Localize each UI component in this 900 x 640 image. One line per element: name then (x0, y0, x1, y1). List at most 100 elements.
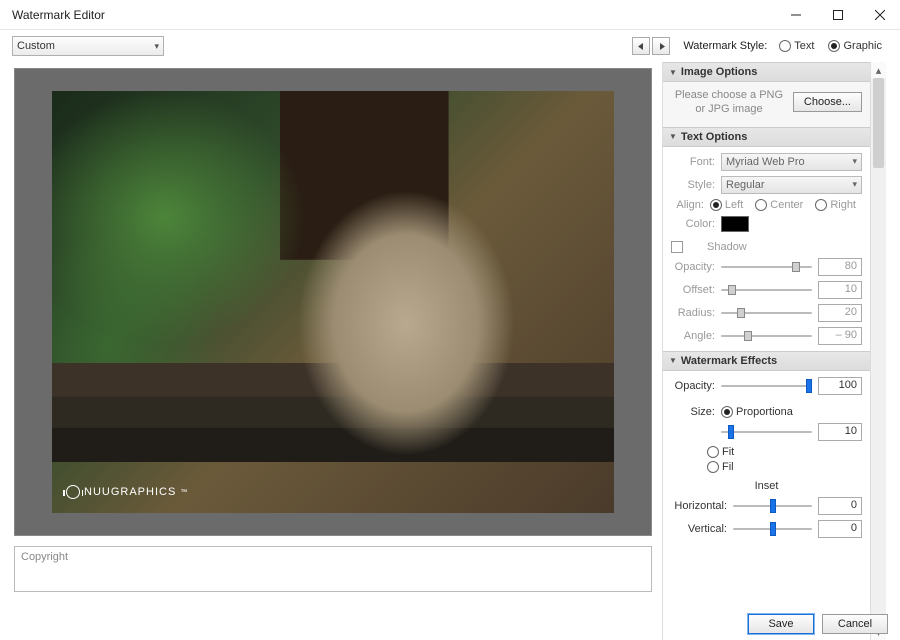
left-column: NUUGRAPHICS ™ Copyright (0, 62, 660, 640)
align-label: Align: (671, 199, 704, 211)
copyright-placeholder: Copyright (21, 551, 68, 563)
image-hint: Please choose a PNG or JPG image (671, 88, 787, 117)
font-value: Myriad Web Pro (726, 156, 805, 168)
dialog-footer: Save Cancel (748, 614, 888, 634)
offset-label: Offset: (671, 284, 715, 296)
window-controls (784, 0, 892, 29)
right-column: ▼ Image Options Please choose a PNG or J… (660, 62, 900, 640)
size-value[interactable]: 10 (818, 423, 862, 441)
radio-icon (815, 199, 827, 211)
shadow-offset-slider[interactable] (721, 283, 812, 297)
disclosure-icon: ▼ (669, 68, 677, 77)
choose-button[interactable]: Choose... (793, 92, 862, 112)
next-button[interactable] (652, 37, 670, 55)
radio-icon (828, 40, 840, 52)
cancel-button[interactable]: Cancel (822, 614, 888, 634)
size-fit-radio[interactable]: Fit (707, 446, 856, 458)
color-swatch[interactable] (721, 216, 749, 232)
prev-button[interactable] (632, 37, 650, 55)
panel-scrollbar[interactable]: ▴ ▾ (870, 62, 886, 640)
nav-buttons (632, 37, 670, 55)
size-proportional-radio[interactable]: Proportiona (721, 406, 793, 418)
scroll-up-icon[interactable]: ▴ (871, 62, 886, 78)
horizontal-label: Horizontal: (671, 500, 727, 512)
preset-value: Custom (17, 40, 55, 52)
maximize-button[interactable] (826, 3, 850, 27)
shadow-checkbox[interactable] (671, 241, 683, 253)
chevron-down-icon: ▾ (852, 179, 857, 190)
close-button[interactable] (868, 3, 892, 27)
watermark-style-label: Watermark Style: (683, 40, 767, 52)
chevron-down-icon: ▾ (154, 41, 159, 52)
shadow-offset-value[interactable]: 10 (818, 281, 862, 299)
shadow-opacity-slider[interactable] (721, 260, 812, 274)
style-value: Regular (726, 179, 765, 191)
image-options-header[interactable]: ▼ Image Options (663, 62, 870, 82)
shadow-radius-slider[interactable] (721, 306, 812, 320)
wm-opacity-slider[interactable] (721, 379, 812, 393)
style-graphic-radio[interactable]: Graphic (828, 40, 882, 52)
scroll-thumb[interactable] (873, 78, 884, 168)
horizontal-slider[interactable] (733, 499, 812, 513)
preview-image: NUUGRAPHICS ™ (52, 91, 614, 513)
titlebar: Watermark Editor (0, 0, 900, 30)
angle-label: Angle: (671, 330, 715, 342)
radius-label: Radius: (671, 307, 715, 319)
preset-select[interactable]: Custom ▾ (12, 36, 164, 56)
disclosure-icon: ▼ (669, 132, 677, 141)
watermark-text: NUUGRAPHICS (84, 486, 176, 498)
vertical-value[interactable]: 0 (818, 520, 862, 538)
shadow-opacity-value[interactable]: 80 (818, 258, 862, 276)
horizontal-value[interactable]: 0 (818, 497, 862, 515)
wm-opacity-label: Opacity: (671, 380, 715, 392)
minimize-button[interactable] (784, 3, 808, 27)
watermark-logo-icon (66, 485, 80, 499)
shadow-label: Shadow (707, 241, 747, 253)
size-slider[interactable] (721, 425, 812, 439)
align-right-radio[interactable]: Right (815, 199, 856, 211)
save-button[interactable]: Save (748, 614, 814, 634)
color-label: Color: (671, 218, 715, 230)
style-select[interactable]: Regular ▾ (721, 176, 862, 194)
radio-icon (721, 406, 733, 418)
text-options-title: Text Options (681, 131, 747, 143)
disclosure-icon: ▼ (669, 356, 677, 365)
image-options-title: Image Options (681, 66, 757, 78)
main-area: NUUGRAPHICS ™ Copyright ▼ Image Options … (0, 62, 900, 640)
watermark-effects-title: Watermark Effects (681, 355, 777, 367)
text-options-header[interactable]: ▼ Text Options (663, 127, 870, 147)
align-center-radio[interactable]: Center (755, 199, 803, 211)
copyright-input[interactable]: Copyright (14, 546, 652, 592)
font-label: Font: (671, 156, 715, 168)
vertical-slider[interactable] (733, 522, 812, 536)
image-options-body: Please choose a PNG or JPG image Choose.… (663, 82, 870, 127)
style-text-label: Text (794, 40, 814, 52)
top-toolbar: Custom ▾ Watermark Style: Text Graphic (0, 30, 900, 62)
watermark-effects-body: Opacity: 100 Size: Proportiona 10 Fit Fi… (663, 371, 870, 544)
size-label: Size: (671, 406, 715, 418)
shadow-angle-value[interactable]: – 90 (818, 327, 862, 345)
preview-frame: NUUGRAPHICS ™ (14, 68, 652, 536)
radio-icon (710, 199, 722, 211)
window-title: Watermark Editor (8, 8, 784, 22)
style-text-radio[interactable]: Text (779, 40, 814, 52)
options-panel: ▼ Image Options Please choose a PNG or J… (662, 62, 870, 640)
shadow-radius-value[interactable]: 20 (818, 304, 862, 322)
radio-icon (755, 199, 767, 211)
style-graphic-label: Graphic (843, 40, 882, 52)
radio-icon (707, 446, 719, 458)
watermark-overlay: NUUGRAPHICS ™ (66, 485, 188, 499)
inset-label: Inset (671, 480, 862, 492)
radio-icon (779, 40, 791, 52)
font-select[interactable]: Myriad Web Pro ▾ (721, 153, 862, 171)
radio-icon (707, 461, 719, 473)
wm-opacity-value[interactable]: 100 (818, 377, 862, 395)
text-options-body: Font: Myriad Web Pro ▾ Style: Regular ▾ … (663, 147, 870, 351)
shadow-angle-slider[interactable] (721, 329, 812, 343)
vertical-label: Vertical: (671, 523, 727, 535)
style-label: Style: (671, 179, 715, 191)
chevron-down-icon: ▾ (852, 156, 857, 167)
watermark-effects-header[interactable]: ▼ Watermark Effects (663, 351, 870, 371)
size-fill-radio[interactable]: Fil (707, 461, 856, 473)
align-left-radio[interactable]: Left (710, 199, 743, 211)
